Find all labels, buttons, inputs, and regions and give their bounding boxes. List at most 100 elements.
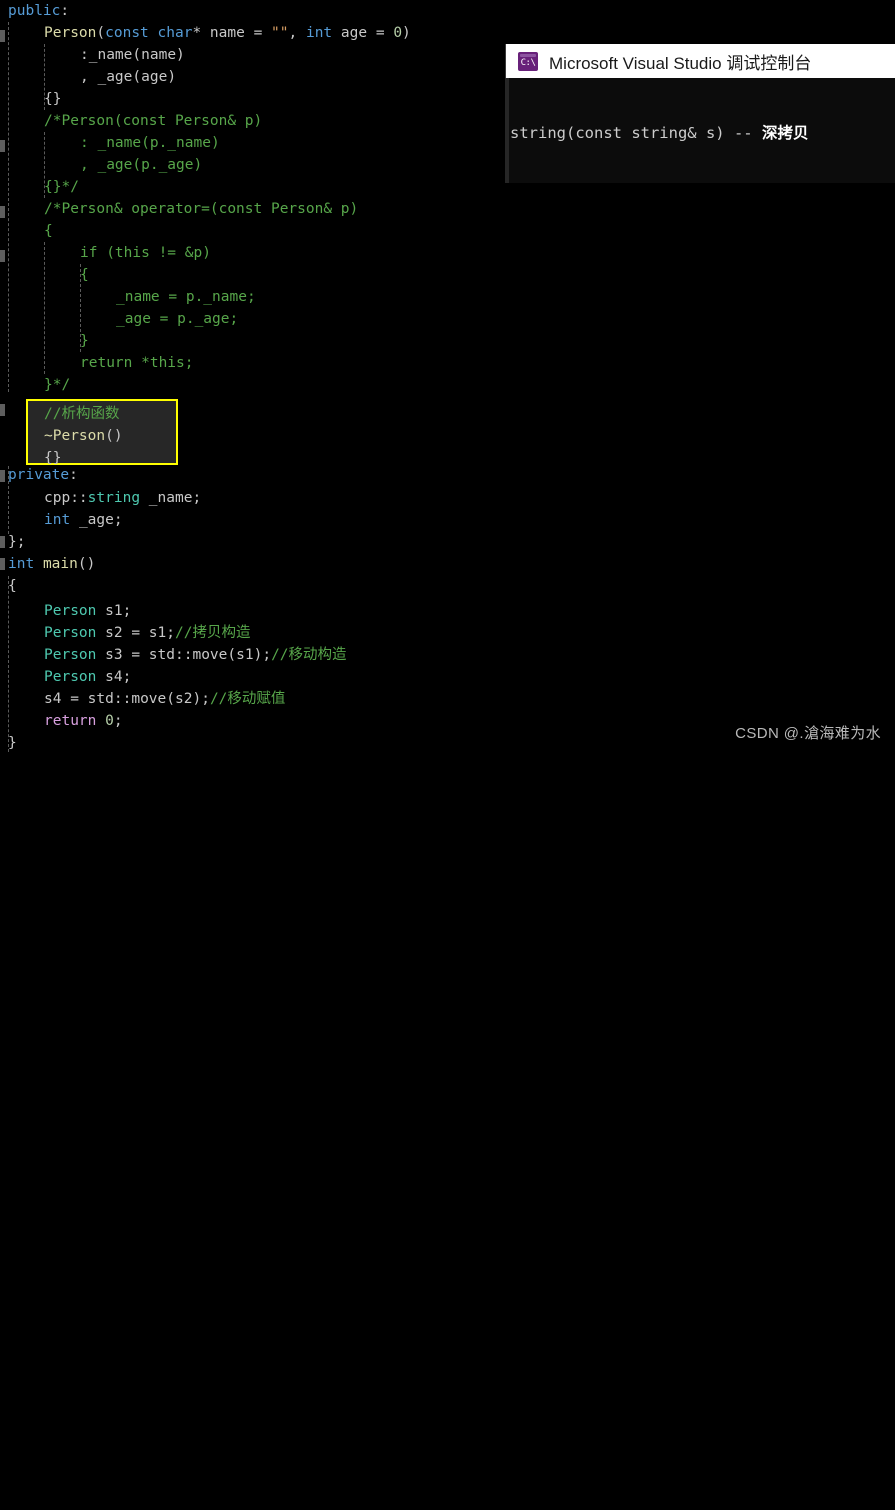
code-line-init-name: :_name(name) bbox=[0, 44, 185, 66]
comment-copy-ctor: //拷贝构造 bbox=[175, 625, 251, 641]
comment-move-assign: //移动赋值 bbox=[209, 691, 286, 707]
punct-colon: : bbox=[80, 47, 89, 63]
code-line-main-signature: int main() bbox=[0, 553, 95, 575]
number-zero: 0 bbox=[105, 713, 114, 729]
punct-equals: = bbox=[70, 691, 79, 707]
destructor-highlight-box: //析构函数 ~Person() {} bbox=[26, 399, 178, 466]
code-line-commented-brace-open: { bbox=[44, 223, 53, 239]
punct-semicolon: ; bbox=[201, 691, 210, 707]
member-age: _age bbox=[97, 69, 133, 85]
code-line-decl-s3: Person s3 = std::move(s1);//移动构造 bbox=[0, 644, 347, 666]
param-name: name bbox=[141, 47, 177, 63]
punct-scope: :: bbox=[70, 490, 88, 506]
function-move: move bbox=[192, 647, 228, 663]
punct-paren-close: ) bbox=[167, 69, 177, 85]
punct-paren-close: ) bbox=[402, 25, 411, 41]
code-line-move-assign: s4 = std::move(s2);//移动赋值 bbox=[0, 688, 285, 710]
punct-comma: , bbox=[80, 69, 89, 85]
dtor-tilde: ~ bbox=[44, 428, 53, 444]
keyword-int: int bbox=[44, 512, 71, 528]
braces-empty: {} bbox=[44, 450, 62, 466]
csdn-watermark: CSDN @.滄海难为水 bbox=[735, 725, 881, 742]
punct-semicolon: ; bbox=[192, 490, 202, 506]
punct-star: * bbox=[192, 25, 202, 41]
console-scroll-rail[interactable] bbox=[505, 78, 509, 183]
member-name: _name bbox=[88, 47, 133, 63]
code-line-return: return 0; bbox=[0, 710, 123, 732]
code-line-class-close: }; bbox=[8, 534, 26, 550]
punct-semicolon: ; bbox=[262, 647, 272, 663]
ctor-name: Person bbox=[44, 25, 97, 41]
param-name: name bbox=[209, 25, 245, 41]
code-line-commented-assign-sig: /*Person& operator=(const Person& p) bbox=[44, 201, 359, 217]
punct-paren-open: ( bbox=[227, 647, 237, 663]
console-output-line: string(const string& s) -- 深拷贝 bbox=[510, 123, 895, 143]
code-line-commented-assign-name: _name = p._name; bbox=[116, 289, 256, 305]
punct-comma: , bbox=[288, 25, 298, 41]
console-icon-glyph: C:\ bbox=[520, 57, 536, 68]
number-zero: 0 bbox=[393, 25, 403, 41]
function-move: move bbox=[131, 691, 167, 707]
member-name: _name bbox=[148, 490, 193, 506]
namespace-cpp: cpp bbox=[44, 490, 71, 506]
code-line-commented-assign-age: _age = p._age; bbox=[116, 311, 239, 327]
function-main: main bbox=[42, 556, 78, 572]
punct-semicolon: ; bbox=[113, 512, 123, 528]
punct-semicolon: ; bbox=[122, 669, 132, 685]
param-age: age bbox=[340, 25, 368, 41]
punct-paren-open: ( bbox=[96, 25, 106, 41]
code-line-public: public: bbox=[0, 0, 69, 22]
code-line-commented-if-close: } bbox=[80, 333, 89, 349]
punct-parens: () bbox=[105, 428, 123, 444]
code-line-ctor-body: {} bbox=[0, 88, 61, 110]
console-titlebar[interactable]: C:\ Microsoft Visual Studio 调试控制台 bbox=[506, 44, 895, 78]
console-title: Microsoft Visual Studio 调试控制台 bbox=[549, 53, 812, 73]
code-line-main-open: { bbox=[8, 578, 17, 594]
punct-equals: = bbox=[375, 25, 385, 41]
punct-colon: : bbox=[60, 3, 70, 19]
type-string: string bbox=[87, 490, 141, 506]
punct-semicolon: ; bbox=[122, 603, 132, 619]
punct-paren-open: ( bbox=[132, 47, 142, 63]
keyword-int: int bbox=[8, 556, 35, 572]
console-line-note: 深拷贝 bbox=[761, 124, 809, 142]
namespace-std: std bbox=[148, 647, 175, 663]
punct-parens: () bbox=[77, 556, 96, 572]
code-line-main-close: } bbox=[8, 735, 17, 751]
param-age: age bbox=[141, 69, 168, 85]
punct-paren-open: ( bbox=[166, 691, 175, 707]
code-line-ctor-signature: Person(const char* name = "", int age = … bbox=[0, 22, 411, 44]
punct-paren-open: ( bbox=[132, 69, 142, 85]
type-person: Person bbox=[44, 603, 97, 619]
console-line-code: string(const string& s) -- bbox=[510, 124, 762, 142]
var-s1: s1 bbox=[105, 603, 123, 619]
console-icon-titlestrip bbox=[520, 53, 536, 57]
var-s2: s2 bbox=[105, 625, 123, 641]
punct-paren-close: ) bbox=[176, 47, 185, 63]
punct-equals: = bbox=[131, 625, 141, 641]
console-output: string(const string& s) -- 深拷贝 string(co… bbox=[506, 78, 895, 183]
type-person: Person bbox=[44, 669, 97, 685]
punct-semicolon: ; bbox=[113, 713, 123, 729]
keyword-public: public bbox=[8, 3, 61, 19]
code-line-commented-return: return *this; bbox=[80, 355, 194, 371]
code-line-decl-s1: Person s1; bbox=[0, 600, 131, 622]
debug-console-window[interactable]: C:\ Microsoft Visual Studio 调试控制台 string… bbox=[505, 44, 895, 183]
code-line-commented-if: if (this != &p) bbox=[80, 245, 211, 261]
